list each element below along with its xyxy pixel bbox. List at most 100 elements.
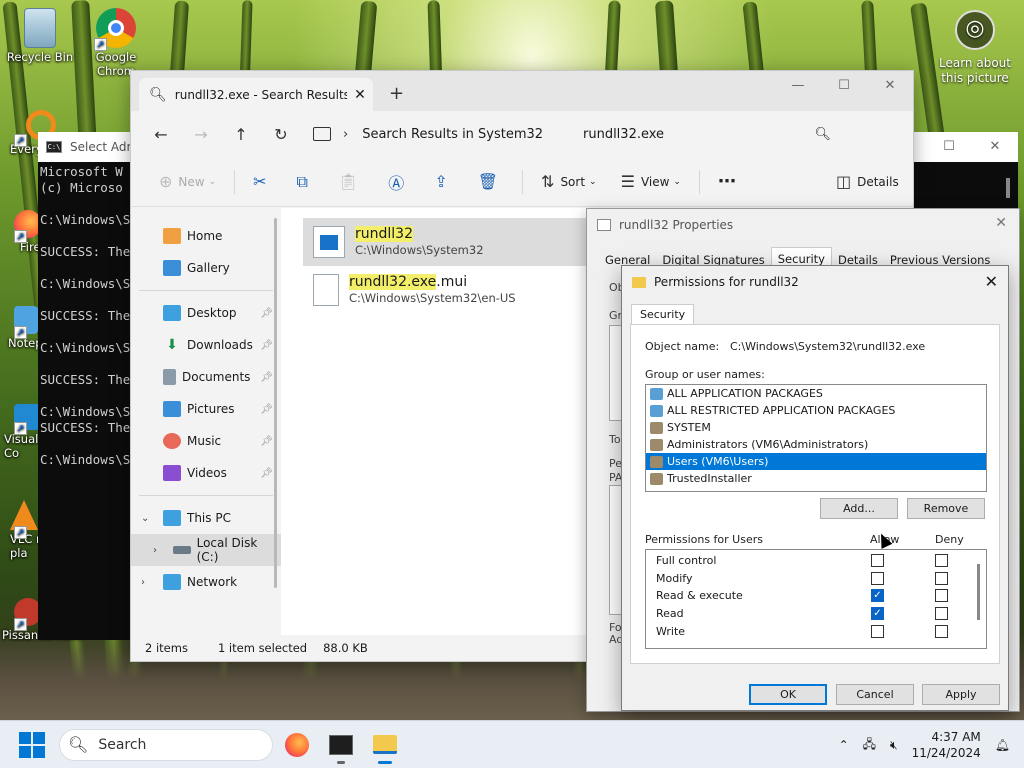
group-list-item[interactable]: ALL APPLICATION PACKAGES — [646, 385, 986, 402]
deny-checkbox[interactable] — [935, 589, 948, 603]
taskbar-file-explorer[interactable] — [365, 725, 405, 765]
group-list-item[interactable]: SYSTEM — [646, 419, 986, 436]
group-user-list[interactable]: ALL APPLICATION PACKAGES ALL RESTRICTED A… — [645, 384, 987, 492]
desktop-icon-notepad[interactable]: ↗ Notep — [0, 306, 43, 350]
refresh-button[interactable]: ↻ — [261, 125, 301, 144]
paste-button[interactable]: 📋︎ — [326, 167, 376, 197]
explorer-tab[interactable]: 🔍︎ rundll32.exe - Search Results i ✕ — [139, 78, 373, 111]
plus-circle-icon: ⊕ — [159, 172, 173, 191]
search-icon[interactable]: 🔍︎ — [814, 127, 831, 142]
close-button[interactable]: ✕ — [867, 71, 913, 101]
group-list-item[interactable]: ALL RESTRICTED APPLICATION PACKAGES — [646, 402, 986, 419]
chevron-right-icon[interactable]: › — [153, 545, 157, 556]
pin-icon[interactable]: 📌︎ — [260, 404, 273, 415]
rename-button[interactable]: Ⓐ — [376, 167, 422, 197]
network-icon[interactable]: 🖧︎ — [863, 735, 876, 756]
share-button[interactable]: ⇪ — [422, 167, 465, 197]
desktop-icon-visual-code[interactable]: ↗ Visual Co — [0, 404, 40, 460]
nav-item-network[interactable]: › Network — [131, 566, 281, 598]
close-tab-icon[interactable]: ✕ — [347, 87, 373, 103]
allow-checkbox[interactable] — [871, 571, 884, 585]
details-button[interactable]: ◫ Details — [824, 167, 911, 197]
ok-button[interactable]: OK — [749, 684, 827, 705]
pin-icon[interactable]: 📌︎ — [260, 468, 273, 479]
desktop-icon-everything[interactable]: ↗ Every — [0, 110, 56, 156]
new-tab-button[interactable]: + — [389, 83, 404, 104]
pin-icon[interactable]: 📌︎ — [260, 308, 273, 319]
nav-item-home[interactable]: Home — [131, 220, 281, 252]
desktop-icon-firefox[interactable]: ↗ Fire — [0, 210, 42, 254]
copy-button[interactable]: ⧉ — [285, 167, 326, 197]
cancel-button[interactable]: Cancel — [836, 684, 914, 705]
add-button[interactable]: Add... — [820, 498, 898, 519]
close-button[interactable]: ✕ — [972, 132, 1018, 162]
command-bar: ⊕ New ⌄ ✂ ⧉ 📋︎ Ⓐ ⇪ 🗑︎ ⇅ Sort ⌄ ☰ View ⌄ ⋯ ◫ Det… — [131, 157, 913, 207]
allow-checkbox[interactable] — [871, 554, 884, 568]
permissions-titlebar[interactable]: Permissions for rundll32 — [622, 266, 1008, 298]
close-button[interactable]: ✕ — [985, 272, 998, 291]
start-button[interactable] — [19, 731, 45, 758]
notifications-bell-icon[interactable]: 🔔︎ — [995, 738, 1010, 752]
console-scrollbar[interactable] — [1006, 178, 1010, 198]
view-button[interactable]: ☰ View ⌄ — [609, 167, 693, 197]
nav-item-pictures[interactable]: Pictures 📌︎ — [131, 393, 281, 425]
up-button[interactable]: ↑ — [221, 125, 261, 144]
clock[interactable]: 4:37 AM 11/24/2024 — [912, 729, 981, 761]
deny-checkbox[interactable] — [935, 607, 948, 621]
address-bar[interactable]: › Search Results in System32 — [307, 119, 569, 149]
learn-about-picture[interactable]: ◎ Learn about this picture — [938, 10, 1012, 86]
nav-item-gallery[interactable]: Gallery — [131, 252, 281, 284]
permission-row: Full control — [646, 552, 986, 570]
pin-icon[interactable]: 📌︎ — [260, 436, 273, 447]
group-list-item[interactable]: Administrators (VM6\Administrators) — [646, 436, 986, 453]
group-list-item[interactable]: TrustedInstaller — [646, 470, 986, 487]
desktop-icon-vlc[interactable]: ↗ VLC r pla — [0, 500, 41, 560]
chevron-right-icon[interactable]: › — [141, 577, 145, 588]
deny-checkbox[interactable] — [935, 571, 948, 585]
pin-icon[interactable]: 📌︎ — [260, 340, 273, 351]
taskbar-search[interactable]: 🔍︎ Search — [59, 728, 273, 761]
nav-item-music[interactable]: Music 📌︎ — [131, 425, 281, 457]
allow-checkbox[interactable] — [871, 624, 884, 638]
permissions-dialog[interactable]: Permissions for rundll32 ✕ Security Obje… — [621, 265, 1009, 711]
search-input[interactable]: rundll32.exe 🔍︎ — [577, 119, 841, 149]
deny-checkbox[interactable] — [935, 624, 948, 638]
sort-button[interactable]: ⇅ Sort ⌄ — [529, 167, 609, 197]
minimize-button[interactable]: — — [775, 71, 821, 101]
back-button[interactable]: ← — [141, 125, 181, 144]
group-list-item[interactable]: Users (VM6\Users) — [646, 453, 986, 470]
more-options-button[interactable]: ⋯ — [706, 167, 748, 197]
properties-titlebar[interactable]: rundll32 Properties — [587, 209, 1019, 241]
desktop-icon-recycle-bin[interactable]: Recycle Bin — [0, 8, 80, 64]
nav-item-downloads[interactable]: ⬇ Downloads 📌︎ — [131, 329, 281, 361]
delete-button[interactable]: 🗑︎ — [466, 167, 516, 197]
close-button[interactable]: ✕ — [995, 215, 1007, 231]
nav-item-videos[interactable]: Videos 📌︎ — [131, 457, 281, 489]
volume-muted-icon[interactable]: 🔇︎ — [890, 738, 898, 753]
forward-button[interactable]: → — [181, 125, 221, 144]
nav-item-desktop[interactable]: Desktop 📌︎ — [131, 297, 281, 329]
permissions-scrollbar[interactable] — [977, 564, 980, 620]
pin-icon[interactable]: 📌︎ — [260, 372, 273, 383]
desktop-icon-google-chrome[interactable]: ↗ Google Chrom — [76, 8, 156, 78]
maximize-button[interactable]: ☐ — [821, 71, 867, 101]
chevron-down-icon[interactable]: ⌄ — [141, 513, 149, 524]
deny-checkbox[interactable] — [935, 554, 948, 568]
nav-item-this-pc[interactable]: ⌄ This PC — [131, 502, 281, 534]
allow-checkbox[interactable]: ✓ — [871, 607, 884, 621]
nav-item-documents[interactable]: Documents 📌︎ — [131, 361, 281, 393]
user-group-icon — [650, 421, 663, 434]
allow-checkbox[interactable]: ✓ — [871, 589, 884, 603]
chevron-up-icon[interactable]: ⌃ — [839, 738, 849, 752]
tab-security[interactable]: Security — [631, 304, 695, 324]
permissions-list[interactable]: Full control Modify Read & execute ✓ Read ✓ Wr… — [645, 549, 987, 649]
taskbar-firefox[interactable] — [277, 725, 317, 765]
new-button[interactable]: ⊕ New ⌄ — [147, 167, 228, 197]
taskbar-terminal[interactable] — [321, 725, 361, 765]
remove-button[interactable]: Remove — [907, 498, 985, 519]
cut-button[interactable]: ✂ — [241, 167, 284, 197]
nav-item-local-disk[interactable]: › Local Disk (C:) — [131, 534, 281, 566]
maximize-button[interactable]: ☐ — [926, 132, 972, 162]
nav-scrollbar[interactable] — [274, 218, 277, 588]
apply-button[interactable]: Apply — [922, 684, 1000, 705]
